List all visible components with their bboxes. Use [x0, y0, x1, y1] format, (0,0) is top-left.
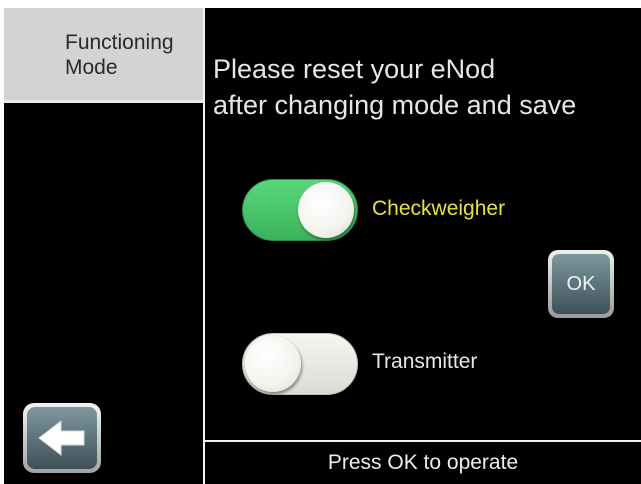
back-button-face	[27, 407, 97, 469]
toggle-knob	[245, 336, 301, 392]
sidebar-tab-functioning-mode[interactable]: Functioning Mode	[4, 8, 203, 103]
footer-status: Press OK to operate	[327, 451, 519, 474]
top-border	[0, 0, 641, 8]
checkweigher-label: Checkweigher	[372, 197, 506, 220]
sidebar-divider	[203, 8, 205, 484]
arrow-left-icon	[38, 419, 85, 457]
checkweigher-toggle[interactable]	[242, 179, 358, 241]
transmitter-toggle[interactable]	[242, 333, 358, 395]
hmi-screen: Functioning Mode Please reset your eNod …	[0, 0, 641, 484]
ok-button[interactable]: OK	[548, 250, 614, 318]
toggle-knob	[298, 182, 354, 238]
ok-button-label: OK	[552, 254, 610, 314]
transmitter-label: Transmitter	[372, 350, 478, 373]
back-button[interactable]	[23, 403, 101, 473]
instruction-message: Please reset your eNod after changing mo…	[213, 54, 577, 120]
sidebar-tab-label: Functioning Mode	[65, 31, 174, 79]
